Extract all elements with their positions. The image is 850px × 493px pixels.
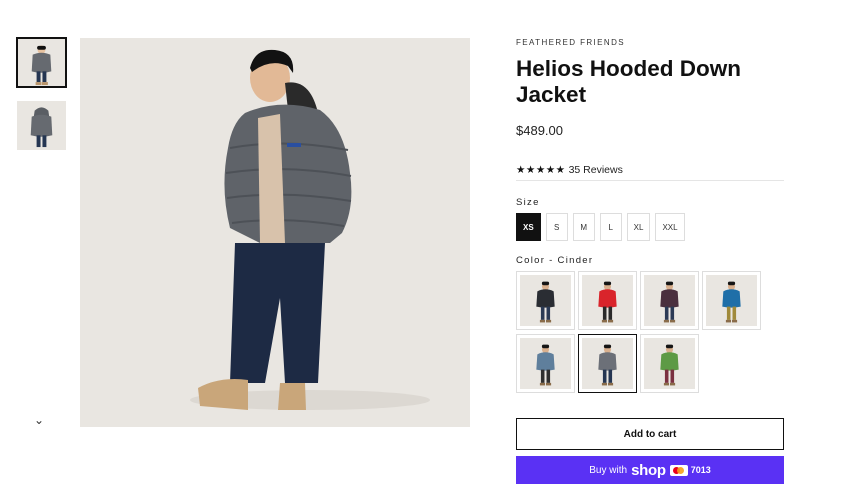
color-swatch[interactable] — [578, 271, 637, 330]
size-option-xxl[interactable]: XXL — [655, 213, 685, 241]
color-swatch[interactable] — [640, 271, 699, 330]
star-rating-icon: ★★★★★ — [516, 164, 566, 176]
size-selector: XS S M L XL XXL — [516, 213, 784, 241]
shop-pay-button[interactable]: Buy with shop 7013 — [516, 456, 784, 484]
color-swatch-image — [582, 275, 633, 326]
color-swatch-image — [520, 338, 571, 389]
thumbnail-front[interactable] — [16, 37, 67, 88]
product-thumbnail-image — [31, 45, 52, 86]
color-swatch[interactable] — [578, 334, 637, 393]
thumbnail-gallery — [16, 37, 67, 164]
color-swatch[interactable] — [640, 334, 699, 393]
shop-logo: shop — [631, 461, 666, 479]
buy-with-label: Buy with — [589, 464, 628, 476]
color-swatch-image — [644, 275, 695, 326]
color-swatch-image — [644, 338, 695, 389]
color-swatch[interactable] — [516, 271, 575, 330]
color-swatch-image — [582, 338, 633, 389]
add-to-cart-button[interactable]: Add to cart — [516, 418, 784, 450]
thumbnail-back[interactable] — [17, 101, 66, 150]
size-option-xs[interactable]: XS — [516, 213, 541, 241]
product-thumbnail-image — [30, 107, 53, 148]
color-swatch-image — [520, 275, 571, 326]
chevron-down-icon[interactable]: ⌄ — [34, 413, 44, 427]
color-swatch[interactable] — [516, 334, 575, 393]
main-product-image[interactable] — [80, 38, 470, 427]
color-swatch-image — [706, 275, 757, 326]
size-option-s[interactable]: S — [545, 213, 568, 241]
size-label: Size — [516, 197, 540, 208]
brand-name[interactable]: FEATHERED FRIENDS — [516, 38, 784, 47]
size-option-xl[interactable]: XL — [626, 213, 651, 241]
color-label: Color - Cinder — [516, 255, 594, 266]
color-selector — [516, 271, 766, 397]
product-info: FEATHERED FRIENDS Helios Hooded Down Jac… — [516, 38, 784, 397]
card-last4: 7013 — [690, 465, 711, 475]
product-price: $489.00 — [516, 123, 563, 138]
product-title: Helios Hooded Down Jacket — [516, 56, 741, 107]
color-swatch[interactable] — [702, 271, 761, 330]
size-option-l[interactable]: L — [599, 213, 622, 241]
rating-summary[interactable]: ★★★★★ 35 Reviews — [516, 164, 784, 181]
review-count[interactable]: 35 Reviews — [569, 164, 623, 176]
size-option-m[interactable]: M — [572, 213, 595, 241]
product-model-image — [190, 49, 430, 410]
card-icon — [669, 464, 688, 476]
